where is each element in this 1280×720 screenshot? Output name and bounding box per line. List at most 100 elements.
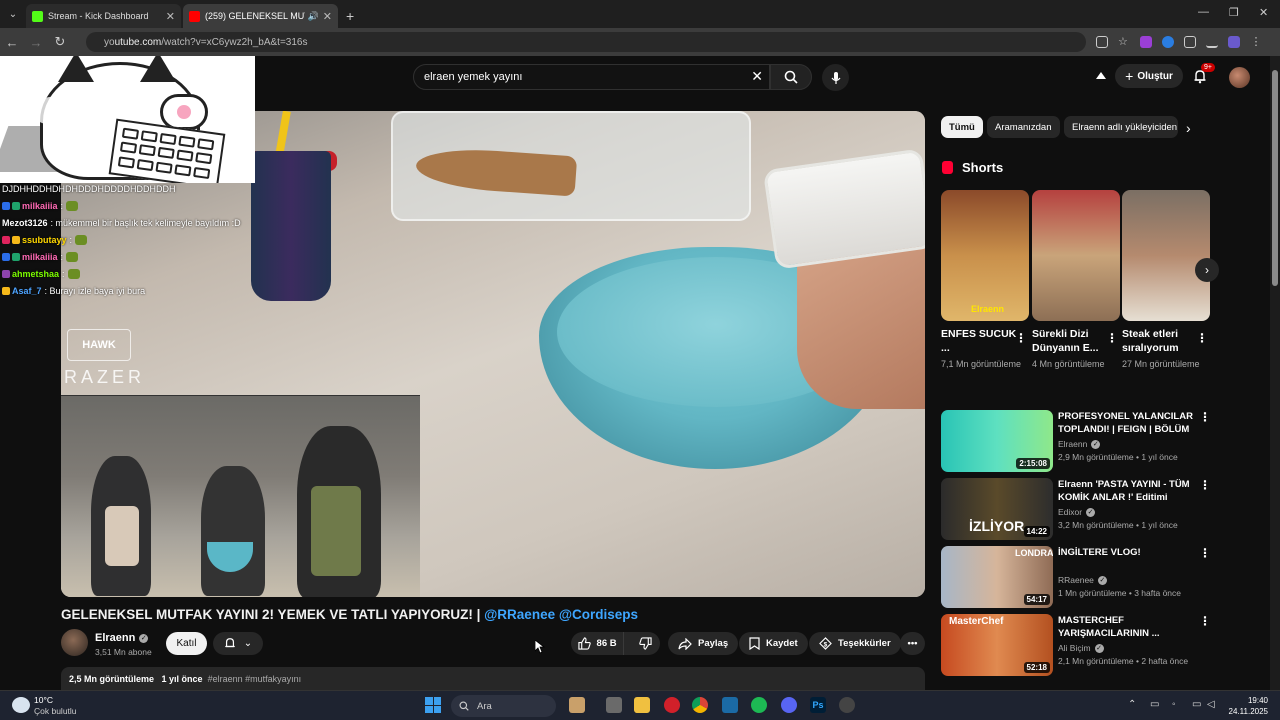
related-views: 3,2 Mn görüntüleme: [1058, 520, 1134, 530]
short-thumbnail: [1032, 190, 1120, 321]
opera-icon[interactable]: [664, 697, 680, 713]
chip-from-uploader[interactable]: Elraenn adlı yükleyiciden: [1064, 116, 1178, 138]
file-explorer-icon[interactable]: [634, 697, 650, 713]
save-button[interactable]: Kaydet: [739, 632, 808, 655]
more-vertical-icon[interactable]: ⋮: [1199, 614, 1211, 628]
channel-name[interactable]: Elraenn ✓: [95, 632, 149, 644]
chrome-icon[interactable]: [692, 697, 708, 713]
related-video-item[interactable]: MasterChef 52:18 MASTERCHEF YARIŞMACILARI…: [941, 614, 1211, 676]
close-window-icon[interactable]: ✕: [1259, 6, 1268, 19]
speaker-icon[interactable]: 🔊: [308, 11, 319, 22]
related-views: 2,1 Mn görüntüleme: [1058, 656, 1134, 666]
search-input[interactable]: elraen yemek yayını ✕: [413, 64, 770, 90]
share-button[interactable]: Paylaş: [668, 632, 739, 655]
shorts-next-button[interactable]: ›: [1195, 258, 1219, 282]
browser-tab-youtube[interactable]: (259) GELENEKSEL MUTFA 🔊 ✕: [183, 4, 338, 28]
chat-badge-icon: [12, 236, 20, 244]
weather-condition[interactable]: Çok bulutlu: [34, 706, 77, 716]
url-field[interactable]: yo utube.com/watch?v=xC6ywz2h_bA&t=316s: [86, 32, 1086, 52]
tray-mic-icon[interactable]: ◦: [1172, 699, 1176, 710]
more-horizontal-icon: •••: [907, 638, 918, 649]
extension-purple-icon[interactable]: [1140, 36, 1152, 48]
related-video-item[interactable]: 2:15:08 PROFESYONEL YALANCILAR TOPLANDI!…: [941, 410, 1211, 472]
bookmark-star-icon[interactable]: ☆: [1118, 36, 1130, 48]
tray-chevron-up-icon[interactable]: ⌃: [1128, 699, 1136, 710]
thanks-button[interactable]: $ Teşekkürler: [809, 632, 901, 655]
minimize-icon[interactable]: —: [1198, 6, 1209, 18]
reload-icon[interactable]: ↻: [48, 34, 72, 50]
windows-start-icon[interactable]: [425, 697, 441, 713]
video-title-mentions[interactable]: @RRaenee @Cordiseps: [484, 607, 638, 622]
tab-search-chevron-icon[interactable]: ⌄: [0, 0, 26, 28]
verified-check-icon: ✓: [1094, 643, 1104, 653]
more-vertical-icon[interactable]: ⋮: [1196, 331, 1208, 345]
forward-arrow-icon[interactable]: →: [24, 35, 48, 50]
related-age: 2 hafta önce: [1141, 656, 1189, 666]
like-button[interactable]: 86 B: [571, 632, 625, 655]
subscription-bell-button[interactable]: ⌄: [213, 632, 263, 655]
page-scrollbar[interactable]: [1270, 56, 1280, 690]
system-clock[interactable]: 19:40 24.11.2025: [1222, 695, 1268, 717]
extension-blue-icon[interactable]: [1162, 36, 1174, 48]
related-video-item[interactable]: LONDRA 54:17 İNGİLTERE VLOG! RRaenee ✓ 1 M…: [941, 546, 1211, 608]
volume-icon[interactable]: ◁: [1207, 699, 1215, 710]
browser-tab-kick[interactable]: Stream - Kick Dashboard ✕: [26, 4, 181, 28]
more-vertical-icon[interactable]: ⋮: [1199, 546, 1211, 560]
clock-date: 24.11.2025: [1228, 707, 1268, 716]
task-view-icon[interactable]: [606, 697, 622, 713]
search-button[interactable]: [770, 64, 812, 90]
chat-badge-icon: [12, 202, 20, 210]
new-tab-plus-icon[interactable]: +: [346, 8, 354, 24]
chip-from-search[interactable]: Aramanızdan: [987, 116, 1060, 138]
taskbar-search[interactable]: Ara: [451, 695, 556, 717]
more-vertical-icon[interactable]: ⋮: [1199, 478, 1211, 492]
profile-icon[interactable]: [1228, 36, 1240, 48]
short-card[interactable]: Elraenn ENFES SUCUK ... 7,1 Mn görüntüle…: [941, 190, 1029, 371]
join-button[interactable]: Katıl: [166, 632, 207, 655]
description-box[interactable]: 2,5 Mn görüntüleme 1 yıl önce #elraenn #…: [61, 667, 925, 692]
obs-icon[interactable]: [839, 697, 855, 713]
more-vertical-icon[interactable]: ⋮: [1015, 331, 1027, 345]
related-meta: 3,2 Mn görüntüleme • 1 yıl önce: [1058, 520, 1178, 530]
tray-app-icon[interactable]: ▭: [1150, 699, 1159, 710]
channel-avatar[interactable]: [61, 629, 88, 656]
extensions-puzzle-icon[interactable]: [1184, 36, 1196, 48]
discord-icon[interactable]: [781, 697, 797, 713]
notifications-button[interactable]: 9+: [1193, 63, 1215, 89]
more-vertical-icon[interactable]: ⋮: [1199, 410, 1211, 424]
dislike-button[interactable]: [630, 632, 660, 655]
short-card[interactable]: Steak etleri sıralıyorum 27 Mn görüntüle…: [1122, 190, 1210, 371]
browser-menu-icon[interactable]: ⋮: [1250, 36, 1262, 48]
thanks-label: Teşekkürler: [838, 638, 891, 649]
create-button[interactable]: + Oluştur: [1115, 64, 1183, 88]
photoshop-icon[interactable]: Ps: [810, 697, 826, 713]
taskbar-app-icon[interactable]: [569, 697, 585, 713]
steam-icon[interactable]: [722, 697, 738, 713]
install-app-icon[interactable]: [1096, 36, 1108, 48]
back-arrow-icon[interactable]: ←: [0, 35, 24, 50]
related-thumb-text: İZLİYOR: [969, 518, 1025, 534]
hashtags[interactable]: #elraenn #mutfakyayını: [208, 674, 302, 684]
more-vertical-icon[interactable]: ⋮: [1106, 331, 1118, 345]
maximize-icon[interactable]: ❐: [1229, 6, 1239, 19]
account-avatar[interactable]: [1229, 67, 1250, 88]
chat-message: milkaiiia:: [2, 200, 262, 212]
chip-scroll-right-icon[interactable]: ›: [1186, 120, 1191, 136]
cloud-weather-icon[interactable]: [12, 697, 30, 713]
weather-temperature[interactable]: 10°C: [34, 695, 53, 705]
related-meta: 1 Mn görüntüleme • 3 hafta önce: [1058, 588, 1182, 598]
chevron-right-icon: ›: [1205, 263, 1209, 277]
reading-list-icon[interactable]: [1206, 36, 1218, 48]
tab-close-icon[interactable]: ✕: [166, 10, 175, 23]
chip-all[interactable]: Tümü: [941, 116, 983, 138]
more-actions-button[interactable]: •••: [900, 632, 925, 655]
related-video-item[interactable]: İZLİYOR 14:22 Elraenn 'PASTA YAYINI - TÜM…: [941, 478, 1211, 540]
cast-icon[interactable]: [1094, 69, 1108, 88]
clear-search-icon[interactable]: ✕: [751, 68, 763, 85]
spotify-icon[interactable]: [751, 697, 767, 713]
short-card[interactable]: Sürekli Dizi Dünyanın E... 4 Mn görüntül…: [1032, 190, 1120, 371]
voice-search-button[interactable]: [822, 64, 849, 91]
tab-close-icon[interactable]: ✕: [323, 10, 332, 23]
network-icon[interactable]: ▭: [1192, 699, 1201, 710]
scrollbar-thumb[interactable]: [1272, 70, 1278, 286]
